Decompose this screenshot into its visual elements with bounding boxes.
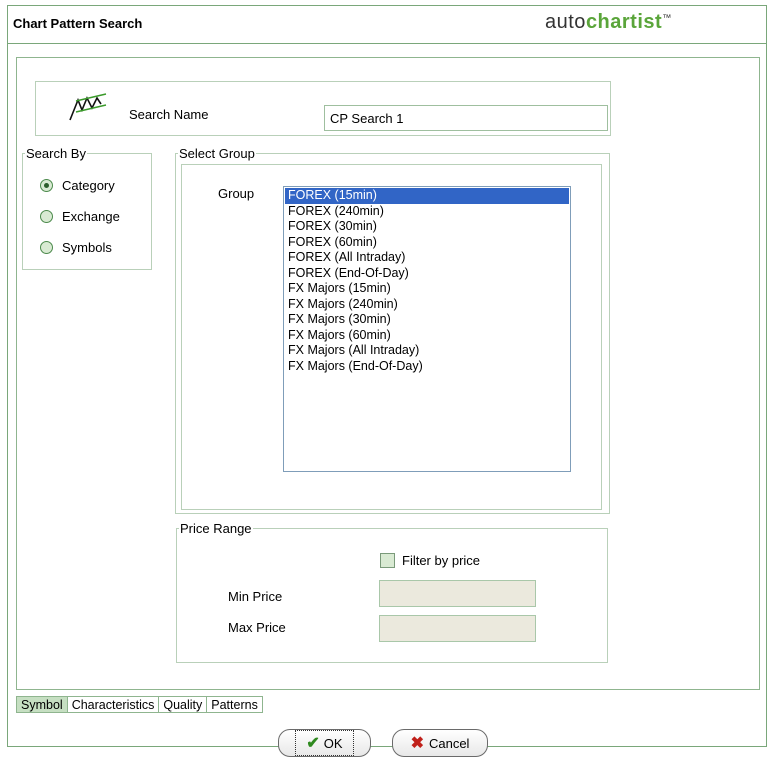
radio-button-exchange[interactable] [40, 210, 53, 223]
list-item[interactable]: FOREX (All Intraday) [285, 250, 569, 266]
list-item[interactable]: FX Majors (All Intraday) [285, 343, 569, 359]
ok-button-label: OK [323, 735, 343, 751]
radio-exchange[interactable]: Exchange [40, 209, 120, 224]
search-name-input[interactable] [324, 105, 608, 131]
tab-bar: Symbol Characteristics Quality Patterns [16, 696, 263, 714]
cancel-button[interactable]: ✖ Cancel [392, 729, 488, 757]
tab-characteristics[interactable]: Characteristics [67, 696, 160, 713]
chart-pattern-icon [69, 93, 107, 121]
autochartist-logo: autochartist™ [545, 11, 672, 34]
search-by-legend: Search By [26, 146, 86, 161]
logo-text-auto: auto [545, 11, 586, 33]
radio-symbols[interactable]: Symbols [40, 240, 112, 255]
list-item[interactable]: FOREX (30min) [285, 219, 569, 235]
max-price-field[interactable] [379, 615, 536, 642]
min-price-label: Min Price [228, 589, 283, 604]
tab-symbol[interactable]: Symbol [16, 696, 68, 713]
tab-quality[interactable]: Quality [159, 696, 208, 713]
radio-label-exchange: Exchange [62, 209, 120, 224]
price-range-legend: Price Range [180, 521, 252, 536]
filter-by-price-checkbox[interactable] [380, 553, 395, 568]
search-name-label: Search Name [129, 107, 209, 122]
group-label: Group [218, 186, 255, 201]
group-listbox[interactable]: FOREX (15min) FOREX (240min) FOREX (30mi… [283, 186, 571, 472]
select-group-legend: Select Group [179, 146, 255, 161]
list-item[interactable]: FOREX (60min) [285, 235, 569, 251]
list-item[interactable]: FX Majors (30min) [285, 312, 569, 328]
close-icon: ✖ [410, 735, 424, 752]
radio-category[interactable]: Category [40, 178, 115, 193]
tab-patterns[interactable]: Patterns [207, 696, 263, 713]
list-item[interactable]: FX Majors (240min) [285, 297, 569, 313]
list-item[interactable]: FX Majors (15min) [285, 281, 569, 297]
list-item[interactable]: FOREX (15min) [285, 188, 569, 204]
list-item[interactable]: FX Majors (End-Of-Day) [285, 359, 569, 375]
radio-button-symbols[interactable] [40, 241, 53, 254]
logo-trademark: ™ [662, 12, 672, 23]
window-title: Chart Pattern Search [13, 16, 143, 31]
radio-label-category: Category [62, 178, 115, 193]
radio-button-category[interactable] [40, 179, 53, 192]
logo-text-chartist: chartist [585, 11, 663, 33]
max-price-label: Max Price [228, 620, 286, 635]
checkmark-icon: ✔ [306, 735, 320, 752]
list-item[interactable]: FOREX (End-Of-Day) [285, 266, 569, 282]
filter-by-price-label: Filter by price [402, 553, 481, 568]
cancel-button-label: Cancel [428, 735, 470, 751]
ok-button[interactable]: ✔ OK [278, 729, 371, 757]
radio-label-symbols: Symbols [62, 240, 112, 255]
list-item[interactable]: FX Majors (60min) [285, 328, 569, 344]
min-price-field[interactable] [379, 580, 536, 607]
list-item[interactable]: FOREX (240min) [285, 204, 569, 220]
ok-button-focus: ✔ OK [295, 730, 354, 756]
